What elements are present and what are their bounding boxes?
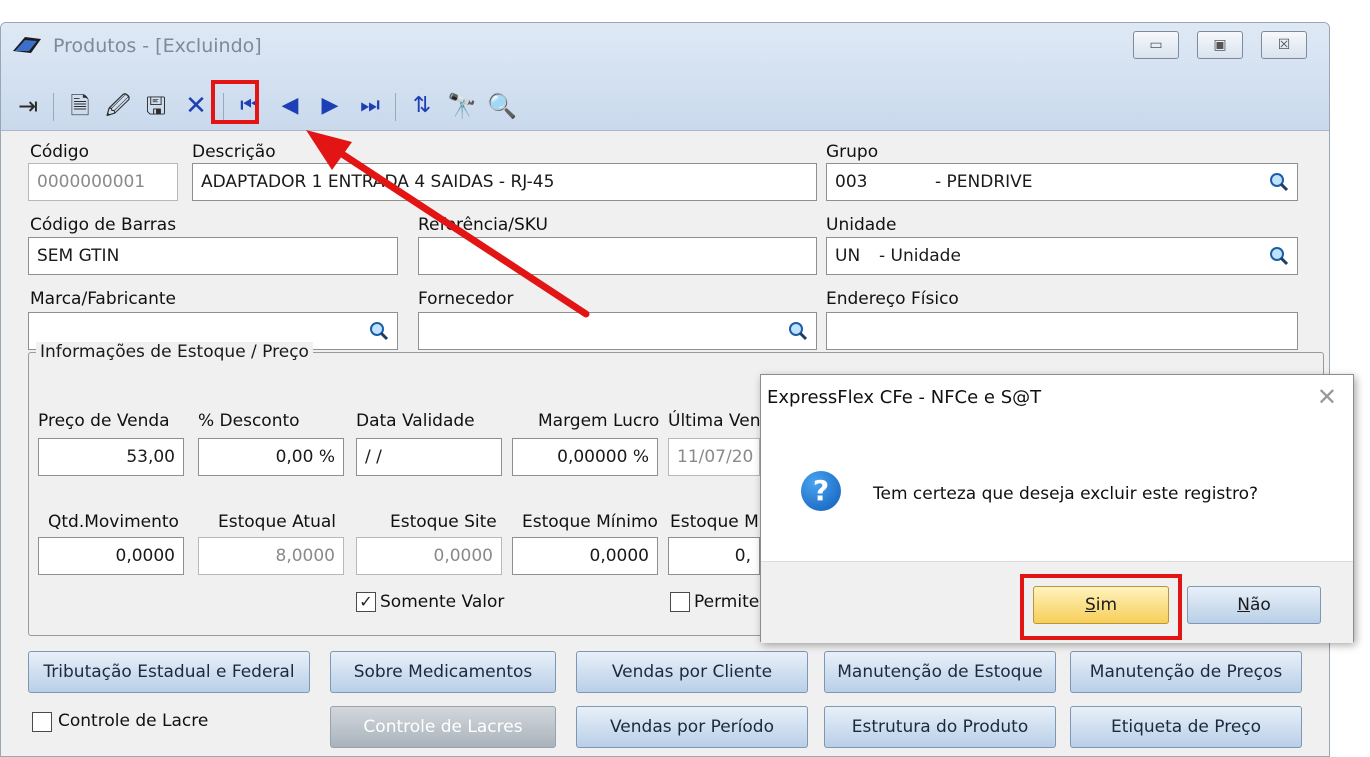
desconto-label: % Desconto: [198, 411, 300, 431]
grupo-field[interactable]: 003 - PENDRIVE: [826, 163, 1298, 201]
next-record-icon[interactable]: ▶: [313, 89, 347, 123]
preco-venda-label: Preço de Venda: [38, 411, 170, 431]
manutencao-estoque-button[interactable]: Manutenção de Estoque: [824, 651, 1056, 693]
fornecedor-search-icon[interactable]: [788, 321, 808, 341]
estoque-maximo-field[interactable]: 0,: [668, 537, 760, 575]
marca-label: Marca/Fabricante: [30, 289, 176, 309]
ultima-venda-field: 11/07/20: [668, 438, 760, 476]
estoque-site-field: 0,0000: [356, 537, 502, 575]
endereco-label: Endereço Físico: [826, 289, 959, 309]
grupo-name: - PENDRIVE: [935, 172, 1033, 192]
estoque-atual-label: Estoque Atual: [218, 512, 337, 532]
fornecedor-label: Fornecedor: [418, 289, 514, 309]
app-icon: [13, 37, 41, 53]
marca-search-icon[interactable]: [369, 321, 389, 341]
somente-valor-checkbox[interactable]: ✓: [356, 592, 376, 612]
manutencao-precos-button[interactable]: Manutenção de Preços: [1070, 651, 1302, 693]
previous-record-icon[interactable]: ◀: [273, 89, 307, 123]
qtd-movimento-field[interactable]: 0,0000: [38, 537, 184, 575]
qtd-movimento-label: Qtd.Movimento: [48, 512, 179, 532]
close-button[interactable]: ☒: [1261, 31, 1307, 59]
stock-group-title: Informações de Estoque / Preço: [36, 342, 313, 362]
ultima-venda-label: Última Ven: [668, 411, 761, 431]
descricao-field[interactable]: ADAPTADOR 1 ENTRADA 4 SAIDAS - RJ-45: [192, 163, 817, 201]
etiqueta-preco-button[interactable]: Etiqueta de Preço: [1070, 706, 1302, 748]
grupo-label: Grupo: [826, 142, 879, 162]
controle-lacre-checkbox[interactable]: [32, 712, 52, 732]
margem-lucro-field[interactable]: 0,00000 %: [512, 438, 658, 476]
grupo-search-icon[interactable]: [1269, 172, 1289, 192]
margem-lucro-label: Margem Lucro: [538, 411, 660, 431]
somente-valor-label: Somente Valor: [380, 592, 505, 612]
unidade-search-icon[interactable]: [1269, 246, 1289, 266]
title-bar: Produtos - [Excluindo] ▭ ▣ ☒ ⇥ 🗎 🖉 🖫 ✕ ⏮…: [1, 23, 1329, 131]
save-icon[interactable]: 🖫: [139, 89, 173, 123]
sobre-medicamentos-button[interactable]: Sobre Medicamentos: [330, 651, 556, 693]
find-icon[interactable]: 🔭: [445, 89, 479, 123]
exit-icon[interactable]: ⇥: [11, 89, 45, 123]
grupo-code: 003: [835, 172, 868, 192]
dialog-title: ExpressFlex CFe - NFCe e S@T: [767, 387, 1042, 408]
estoque-atual-field: 8,0000: [198, 537, 344, 575]
controle-lacre-label: Controle de Lacre: [58, 711, 209, 731]
nao-button[interactable]: Não: [1187, 586, 1321, 624]
dialog-close-icon[interactable]: ✕: [1317, 383, 1337, 411]
desconto-field[interactable]: 0,00 %: [198, 438, 344, 476]
vendas-periodo-button[interactable]: Vendas por Período: [576, 706, 808, 748]
nao-label-rest: ão: [1249, 595, 1271, 615]
codigo-barras-field[interactable]: SEM GTIN: [28, 237, 398, 275]
referencia-field[interactable]: [418, 237, 817, 275]
data-validade-field[interactable]: / /: [356, 438, 502, 476]
descricao-label: Descrição: [192, 142, 276, 162]
edit-record-icon[interactable]: 🖉: [101, 89, 135, 123]
toolbar-separator: [53, 93, 54, 121]
data-validade-label: Data Validade: [356, 411, 475, 431]
unidade-field[interactable]: UN - Unidade: [826, 237, 1298, 275]
permite-checkbox[interactable]: [670, 592, 690, 612]
tributacao-button[interactable]: Tributação Estadual e Federal: [28, 651, 310, 693]
toolbar-separator: [395, 93, 396, 121]
delete-icon[interactable]: ✕: [179, 89, 213, 123]
referencia-label: Referência/SKU: [418, 215, 548, 235]
fornecedor-field[interactable]: [418, 312, 817, 350]
unidade-code: UN: [835, 246, 861, 266]
sim-highlight-box: [1020, 574, 1182, 640]
preco-venda-field[interactable]: 53,00: [38, 438, 184, 476]
estoque-site-label: Estoque Site: [390, 512, 497, 532]
codigo-label: Código: [30, 142, 89, 162]
window-title: Produtos - [Excluindo]: [53, 35, 262, 57]
estoque-minimo-label: Estoque Mínimo: [522, 512, 658, 532]
controle-lacres-button: Controle de Lacres: [330, 706, 556, 748]
unidade-name: - Unidade: [879, 246, 961, 266]
last-record-icon[interactable]: ⏭: [353, 89, 387, 123]
sort-icon[interactable]: ⇅: [405, 89, 439, 123]
vendas-cliente-button[interactable]: Vendas por Cliente: [576, 651, 808, 693]
codigo-field[interactable]: 0000000001: [28, 163, 178, 201]
endereco-field[interactable]: [826, 312, 1298, 350]
delete-highlight-box: [211, 80, 259, 124]
estoque-maximo-label: Estoque M: [670, 512, 759, 532]
minimize-button[interactable]: ▭: [1133, 31, 1179, 59]
estrutura-produto-button[interactable]: Estrutura do Produto: [824, 706, 1056, 748]
question-icon: ?: [801, 471, 841, 511]
permite-label: Permite: [694, 592, 760, 612]
estoque-minimo-field[interactable]: 0,0000: [512, 537, 658, 575]
search-icon[interactable]: 🔍: [485, 89, 519, 123]
maximize-button[interactable]: ▣: [1197, 31, 1243, 59]
unidade-label: Unidade: [826, 215, 897, 235]
nao-accelerator: N: [1237, 595, 1250, 615]
codigo-barras-label: Código de Barras: [30, 215, 177, 235]
new-record-icon[interactable]: 🗎: [63, 89, 97, 123]
dialog-message: Tem certeza que deseja excluir este regi…: [873, 484, 1258, 504]
